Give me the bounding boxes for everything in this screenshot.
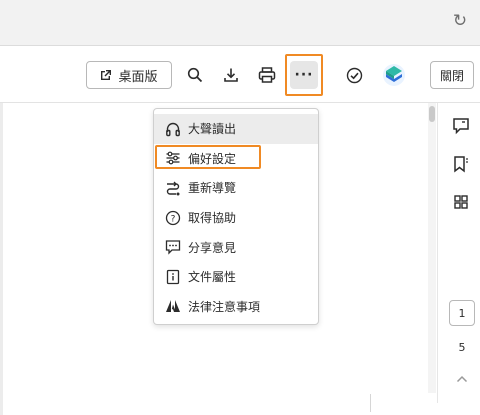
thumbnails-icon[interactable]	[451, 192, 471, 212]
sliders-icon	[165, 150, 181, 166]
menu-item-label: 法律注意事項	[188, 299, 261, 314]
menu-item-label: 大聲讀出	[188, 122, 237, 137]
menu-item-get-help[interactable]: ? 取得協助	[154, 203, 318, 233]
menu-item-label: 文件屬性	[188, 270, 237, 285]
menu-item-label: 重新導覽	[188, 181, 237, 196]
menu-item-label: 取得協助	[188, 211, 237, 226]
info-icon	[165, 269, 181, 285]
left-panel-edge	[0, 103, 3, 415]
menu-item-feedback[interactable]: 分享意見	[154, 232, 318, 262]
more-icon: ···	[294, 67, 314, 83]
adobe-logo-icon	[165, 298, 181, 314]
close-label: 關閉	[439, 68, 464, 83]
desktop-version-button[interactable]: 桌面版	[86, 61, 172, 89]
svg-text:?: ?	[171, 214, 176, 224]
search-icon[interactable]	[182, 61, 208, 89]
current-page-value: 1	[458, 306, 466, 320]
comment-icon[interactable]	[451, 116, 471, 136]
browser-bar: ↻	[0, 0, 480, 46]
menu-item-label: 偏好設定	[188, 151, 237, 166]
route-icon	[165, 180, 181, 196]
download-icon[interactable]	[218, 61, 244, 89]
more-options-highlight: ···	[285, 54, 323, 96]
current-page-input[interactable]: 1	[449, 300, 475, 326]
total-pages: 5	[458, 341, 466, 354]
menu-item-read-aloud[interactable]: 大聲讀出	[154, 114, 318, 144]
more-options-button[interactable]: ···	[290, 61, 318, 89]
menu-item-legal-notices[interactable]: 法律注意事項	[154, 292, 318, 322]
right-rail	[437, 103, 480, 403]
menu-item-preferences[interactable]: 偏好設定	[154, 144, 318, 174]
more-options-menu: 大聲讀出 偏好設定 重新導覽 ? 取得協助 分享意見 文件屬性 法律注意事項	[153, 108, 319, 325]
external-link-icon	[101, 70, 112, 80]
chevron-up-icon[interactable]	[452, 370, 472, 388]
menu-item-restart-tour[interactable]: 重新導覽	[154, 173, 318, 203]
help-icon: ?	[165, 210, 181, 226]
scrollbar-thumb[interactable]	[429, 106, 435, 122]
menu-item-document-properties[interactable]: 文件屬性	[154, 262, 318, 292]
scrollbar-track[interactable]	[428, 103, 436, 393]
reload-icon[interactable]: ↻	[450, 11, 470, 31]
desktop-version-label: 桌面版	[118, 69, 158, 85]
menu-item-label: 分享意見	[188, 240, 237, 255]
check-circle-icon[interactable]	[341, 61, 367, 89]
print-icon[interactable]	[254, 61, 280, 89]
avatar-icon[interactable]	[381, 61, 407, 89]
close-button[interactable]: 關閉	[430, 61, 474, 89]
divider	[370, 394, 371, 412]
bookmark-icon[interactable]	[451, 154, 471, 174]
toolbar: 桌面版 ··· 關閉	[0, 47, 480, 103]
headphones-icon	[165, 121, 181, 137]
feedback-icon	[165, 239, 181, 255]
